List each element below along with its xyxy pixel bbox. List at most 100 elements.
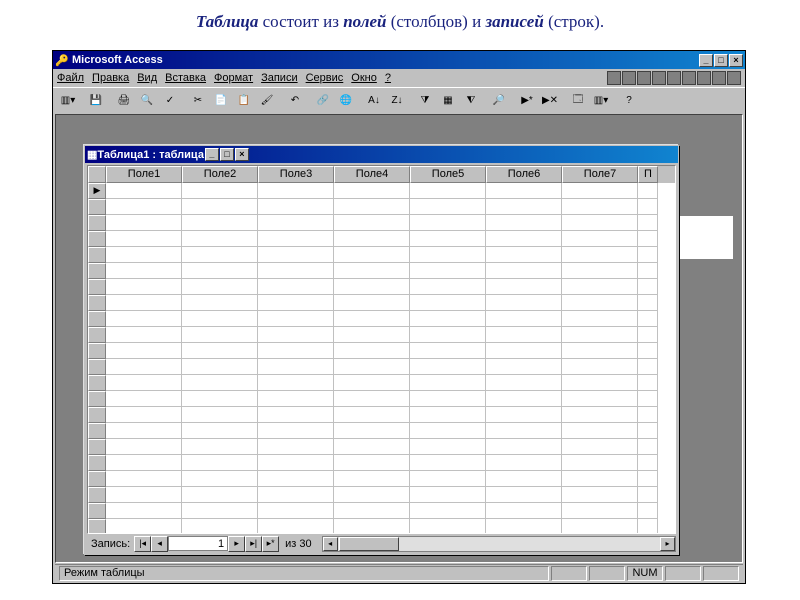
cell[interactable]: [182, 263, 258, 279]
cell[interactable]: [562, 327, 638, 343]
tray-icon[interactable]: [622, 71, 636, 85]
cell[interactable]: [486, 231, 562, 247]
cell[interactable]: [410, 215, 486, 231]
cell[interactable]: [334, 311, 410, 327]
cell[interactable]: [486, 375, 562, 391]
row-selector[interactable]: [88, 215, 106, 231]
scroll-thumb[interactable]: [339, 537, 399, 551]
column-header-partial[interactable]: П: [638, 166, 658, 183]
table-row[interactable]: ▶: [88, 183, 675, 199]
menu-window[interactable]: Окно: [351, 72, 377, 84]
cell[interactable]: [182, 503, 258, 519]
column-header[interactable]: Поле3: [258, 166, 334, 183]
cell[interactable]: [258, 487, 334, 503]
row-selector[interactable]: [88, 279, 106, 295]
table-row[interactable]: [88, 487, 675, 503]
new-record-nav-button[interactable]: ▸*: [262, 536, 279, 552]
cell[interactable]: [106, 439, 182, 455]
cell[interactable]: [562, 247, 638, 263]
cell[interactable]: [562, 423, 638, 439]
first-record-button[interactable]: |◂: [134, 536, 151, 552]
cell[interactable]: [258, 263, 334, 279]
cell[interactable]: [410, 199, 486, 215]
database-window-button[interactable]: 🗔: [567, 90, 589, 111]
cell[interactable]: [334, 471, 410, 487]
cell[interactable]: [486, 359, 562, 375]
tray-icon[interactable]: [697, 71, 711, 85]
cell[interactable]: [562, 295, 638, 311]
row-selector[interactable]: [88, 455, 106, 471]
cell[interactable]: [106, 215, 182, 231]
cell[interactable]: [334, 391, 410, 407]
cell[interactable]: [258, 375, 334, 391]
cell[interactable]: [106, 375, 182, 391]
cell[interactable]: [106, 407, 182, 423]
row-selector[interactable]: [88, 375, 106, 391]
child-maximize-button[interactable]: □: [220, 148, 234, 161]
row-selector[interactable]: [88, 359, 106, 375]
cell[interactable]: [410, 471, 486, 487]
table-row[interactable]: [88, 519, 675, 533]
cell[interactable]: [410, 455, 486, 471]
cell[interactable]: [486, 279, 562, 295]
cell[interactable]: [106, 503, 182, 519]
row-selector[interactable]: [88, 311, 106, 327]
cell[interactable]: [410, 391, 486, 407]
cell[interactable]: [410, 503, 486, 519]
cell[interactable]: [410, 311, 486, 327]
cell[interactable]: [638, 407, 658, 423]
paste-button[interactable]: 📋: [233, 90, 255, 111]
cell[interactable]: [106, 471, 182, 487]
cell[interactable]: [486, 503, 562, 519]
cell[interactable]: [638, 359, 658, 375]
table-row[interactable]: [88, 199, 675, 215]
app-titlebar[interactable]: 🔑 Microsoft Access _ □ ×: [53, 51, 745, 69]
cell[interactable]: [182, 247, 258, 263]
cell[interactable]: [182, 279, 258, 295]
cell[interactable]: [258, 343, 334, 359]
row-selector[interactable]: ▶: [88, 183, 106, 199]
table-row[interactable]: [88, 439, 675, 455]
grid-body[interactable]: ▶: [88, 183, 675, 533]
cell[interactable]: [182, 455, 258, 471]
scroll-left-button[interactable]: ◂: [323, 537, 338, 551]
cell[interactable]: [106, 359, 182, 375]
cell[interactable]: [638, 519, 658, 533]
cell[interactable]: [486, 519, 562, 533]
row-selector[interactable]: [88, 199, 106, 215]
cell[interactable]: [638, 247, 658, 263]
table-row[interactable]: [88, 375, 675, 391]
print-button[interactable]: 🖨: [113, 90, 135, 111]
tray-icon[interactable]: [727, 71, 741, 85]
row-selector[interactable]: [88, 263, 106, 279]
cell[interactable]: [562, 279, 638, 295]
cell[interactable]: [106, 327, 182, 343]
sort-asc-button[interactable]: A↓: [363, 90, 385, 111]
cell[interactable]: [182, 231, 258, 247]
cell[interactable]: [258, 231, 334, 247]
table-row[interactable]: [88, 423, 675, 439]
cell[interactable]: [486, 199, 562, 215]
cell[interactable]: [258, 407, 334, 423]
column-header[interactable]: Поле6: [486, 166, 562, 183]
cell[interactable]: [258, 295, 334, 311]
undo-button[interactable]: ↶: [284, 90, 306, 111]
scroll-right-button[interactable]: ▸: [660, 537, 675, 551]
cell[interactable]: [258, 519, 334, 533]
cell[interactable]: [334, 503, 410, 519]
cell[interactable]: [182, 423, 258, 439]
print-preview-button[interactable]: 🔍: [136, 90, 158, 111]
cell[interactable]: [182, 359, 258, 375]
cell[interactable]: [410, 519, 486, 533]
help-button[interactable]: ?: [618, 90, 640, 111]
cell[interactable]: [638, 391, 658, 407]
cell[interactable]: [638, 423, 658, 439]
delete-record-button[interactable]: ▶✕: [539, 90, 561, 111]
table-row[interactable]: [88, 263, 675, 279]
table-row[interactable]: [88, 295, 675, 311]
cell[interactable]: [562, 311, 638, 327]
cell[interactable]: [106, 263, 182, 279]
child-close-button[interactable]: ×: [235, 148, 249, 161]
cell[interactable]: [638, 215, 658, 231]
tray-icon[interactable]: [607, 71, 621, 85]
